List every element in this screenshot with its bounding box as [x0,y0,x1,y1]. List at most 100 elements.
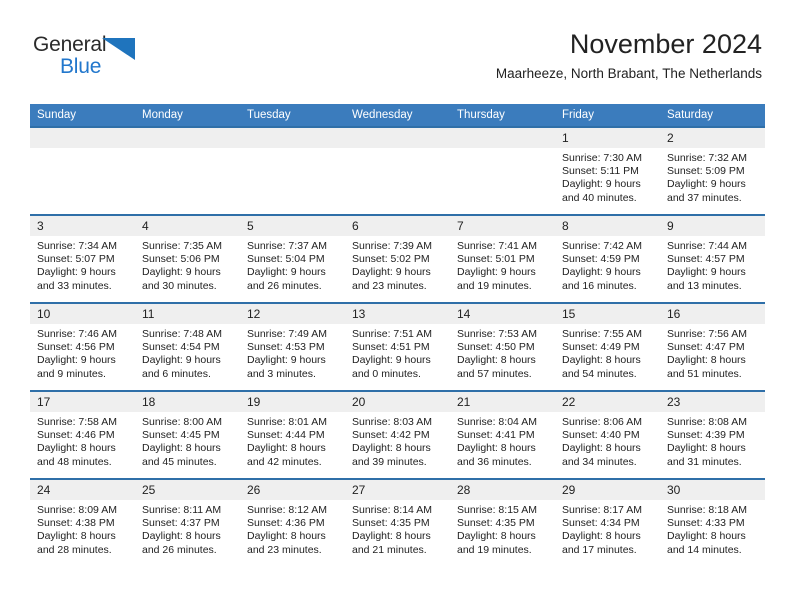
sunset-text: Sunset: 4:46 PM [37,429,115,442]
daylight-2-text: and 40 minutes. [562,191,637,204]
calendar-day-cell[interactable]: 29 Sunrise: 8:17 AM Sunset: 4:34 PM Dayligh… [555,478,660,567]
sunset-text: Sunset: 4:49 PM [562,341,640,354]
calendar-day-cell[interactable]: 6 Sunrise: 7:39 AM Sunset: 5:02 PM Daylight… [345,214,450,303]
day-details: Sunrise: 7:37 AM Sunset: 5:04 PM Daylight:… [240,236,345,293]
calendar-day-cell[interactable]: 30 Sunrise: 8:18 AM Sunset: 4:33 PM Dayligh… [660,478,765,567]
daylight-1-text: Daylight: 8 hours [562,354,641,367]
day-number: 8 [555,216,660,236]
daylight-1-text: Daylight: 9 hours [562,266,641,279]
day-number: 20 [345,392,450,412]
calendar-day-cell[interactable]: 3 Sunrise: 7:34 AM Sunset: 5:07 PM Daylight… [30,214,135,303]
sunrise-text: Sunrise: 7:51 AM [352,328,432,340]
day-details: Sunrise: 7:32 AM Sunset: 5:09 PM Daylight:… [660,148,765,205]
daylight-1-text: Daylight: 8 hours [37,530,116,543]
calendar-day-cell[interactable]: 17 Sunrise: 7:58 AM Sunset: 4:46 PM Dayligh… [30,390,135,479]
day-number: 5 [240,216,345,236]
calendar-day-cell[interactable]: 16 Sunrise: 7:56 AM Sunset: 4:47 PM Dayligh… [660,302,765,391]
page-subtitle: Maarheeze, North Brabant, The Netherland… [495,66,762,81]
brand-logo[interactable]: General Blue [33,33,163,81]
sunrise-text: Sunrise: 7:49 AM [247,328,327,340]
day-details: Sunrise: 7:34 AM Sunset: 5:07 PM Daylight:… [30,236,135,293]
day-number: 1 [555,128,660,148]
daylight-2-text: and 39 minutes. [352,455,427,468]
day-number: 22 [555,392,660,412]
day-number: 10 [30,304,135,324]
calendar-day-cell[interactable]: 23 Sunrise: 8:08 AM Sunset: 4:39 PM Dayligh… [660,390,765,479]
daylight-2-text: and 16 minutes. [562,279,637,292]
calendar-day-cell[interactable]: 20 Sunrise: 8:03 AM Sunset: 4:42 PM Dayligh… [345,390,450,479]
daylight-2-text: and 54 minutes. [562,367,637,380]
calendar-day-cell[interactable]: 15 Sunrise: 7:55 AM Sunset: 4:49 PM Dayligh… [555,302,660,391]
daylight-1-text: Daylight: 9 hours [142,354,221,367]
daylight-2-text: and 26 minutes. [142,543,217,556]
calendar-day-cell[interactable]: 18 Sunrise: 8:00 AM Sunset: 4:45 PM Dayligh… [135,390,240,479]
calendar-day-cell[interactable]: 12 Sunrise: 7:49 AM Sunset: 4:53 PM Dayligh… [240,302,345,391]
sunset-text: Sunset: 5:01 PM [457,253,535,266]
page-header: General Blue November 2024 Maarheeze, No… [0,0,792,100]
day-details: Sunrise: 8:04 AM Sunset: 4:41 PM Daylight:… [450,412,555,469]
sunrise-text: Sunrise: 8:09 AM [37,504,117,516]
sunset-text: Sunset: 4:54 PM [142,341,220,354]
daylight-1-text: Daylight: 9 hours [667,178,746,191]
sunset-text: Sunset: 4:39 PM [667,429,745,442]
calendar-day-cell[interactable]: 2 Sunrise: 7:32 AM Sunset: 5:09 PM Daylight… [660,126,765,215]
calendar-day-cell[interactable]: 10 Sunrise: 7:46 AM Sunset: 4:56 PM Dayligh… [30,302,135,391]
day-details: Sunrise: 7:56 AM Sunset: 4:47 PM Daylight:… [660,324,765,381]
calendar-day-cell[interactable]: 25 Sunrise: 8:11 AM Sunset: 4:37 PM Dayligh… [135,478,240,567]
day-details: Sunrise: 7:41 AM Sunset: 5:01 PM Daylight:… [450,236,555,293]
calendar-day-cell[interactable]: 21 Sunrise: 8:04 AM Sunset: 4:41 PM Dayligh… [450,390,555,479]
day-details: Sunrise: 8:17 AM Sunset: 4:34 PM Daylight:… [555,500,660,557]
calendar-day-cell[interactable]: 8 Sunrise: 7:42 AM Sunset: 4:59 PM Daylight… [555,214,660,303]
daylight-1-text: Daylight: 9 hours [352,266,431,279]
day-details: Sunrise: 8:01 AM Sunset: 4:44 PM Daylight:… [240,412,345,469]
daylight-2-text: and 37 minutes. [667,191,742,204]
calendar-day-cell[interactable]: 5 Sunrise: 7:37 AM Sunset: 5:04 PM Daylight… [240,214,345,303]
calendar-day-cell[interactable]: 9 Sunrise: 7:44 AM Sunset: 4:57 PM Daylight… [660,214,765,303]
sunset-text: Sunset: 4:35 PM [352,517,430,530]
calendar-day-cell[interactable]: 19 Sunrise: 8:01 AM Sunset: 4:44 PM Dayligh… [240,390,345,479]
sunrise-text: Sunrise: 8:18 AM [667,504,747,516]
calendar-day-cell[interactable]: 14 Sunrise: 7:53 AM Sunset: 4:50 PM Dayligh… [450,302,555,391]
day-details: Sunrise: 7:44 AM Sunset: 4:57 PM Daylight:… [660,236,765,293]
day-number: 15 [555,304,660,324]
calendar-day-cell[interactable]: 26 Sunrise: 8:12 AM Sunset: 4:36 PM Dayligh… [240,478,345,567]
calendar-week-row: 17 Sunrise: 7:58 AM Sunset: 4:46 PM Dayligh… [30,390,765,479]
daylight-2-text: and 9 minutes. [37,367,106,380]
day-details: Sunrise: 7:46 AM Sunset: 4:56 PM Daylight:… [30,324,135,381]
sunset-text: Sunset: 5:02 PM [352,253,430,266]
daylight-2-text: and 0 minutes. [352,367,421,380]
day-number [450,128,555,148]
day-number: 28 [450,480,555,500]
day-number: 26 [240,480,345,500]
day-number: 27 [345,480,450,500]
weekday-header-sunday: Sunday [30,104,135,127]
day-number: 19 [240,392,345,412]
calendar-day-cell[interactable]: 11 Sunrise: 7:48 AM Sunset: 4:54 PM Dayligh… [135,302,240,391]
sunset-text: Sunset: 4:44 PM [247,429,325,442]
sunrise-text: Sunrise: 7:55 AM [562,328,642,340]
sunrise-text: Sunrise: 7:48 AM [142,328,222,340]
daylight-1-text: Daylight: 8 hours [457,354,536,367]
sunrise-text: Sunrise: 7:30 AM [562,152,642,164]
calendar-day-cell[interactable]: 27 Sunrise: 8:14 AM Sunset: 4:35 PM Dayligh… [345,478,450,567]
daylight-1-text: Daylight: 8 hours [562,442,641,455]
day-number: 18 [135,392,240,412]
calendar-day-cell[interactable]: 7 Sunrise: 7:41 AM Sunset: 5:01 PM Daylight… [450,214,555,303]
day-number: 14 [450,304,555,324]
calendar-day-cell[interactable]: 28 Sunrise: 8:15 AM Sunset: 4:35 PM Dayligh… [450,478,555,567]
sunset-text: Sunset: 4:33 PM [667,517,745,530]
calendar-day-cell[interactable]: 24 Sunrise: 8:09 AM Sunset: 4:38 PM Dayligh… [30,478,135,567]
day-number [30,128,135,148]
calendar-day-cell[interactable]: 1 Sunrise: 7:30 AM Sunset: 5:11 PM Daylight… [555,126,660,215]
sunrise-text: Sunrise: 7:44 AM [667,240,747,252]
day-details: Sunrise: 7:42 AM Sunset: 4:59 PM Daylight:… [555,236,660,293]
day-details: Sunrise: 7:35 AM Sunset: 5:06 PM Daylight:… [135,236,240,293]
calendar-day-cell-empty [240,126,345,215]
calendar-day-cell[interactable]: 4 Sunrise: 7:35 AM Sunset: 5:06 PM Daylight… [135,214,240,303]
calendar-day-cell[interactable]: 13 Sunrise: 7:51 AM Sunset: 4:51 PM Dayligh… [345,302,450,391]
sunrise-text: Sunrise: 8:03 AM [352,416,432,428]
day-number: 25 [135,480,240,500]
sunset-text: Sunset: 4:37 PM [142,517,220,530]
calendar-day-cell[interactable]: 22 Sunrise: 8:06 AM Sunset: 4:40 PM Dayligh… [555,390,660,479]
day-details: Sunrise: 8:15 AM Sunset: 4:35 PM Daylight:… [450,500,555,557]
